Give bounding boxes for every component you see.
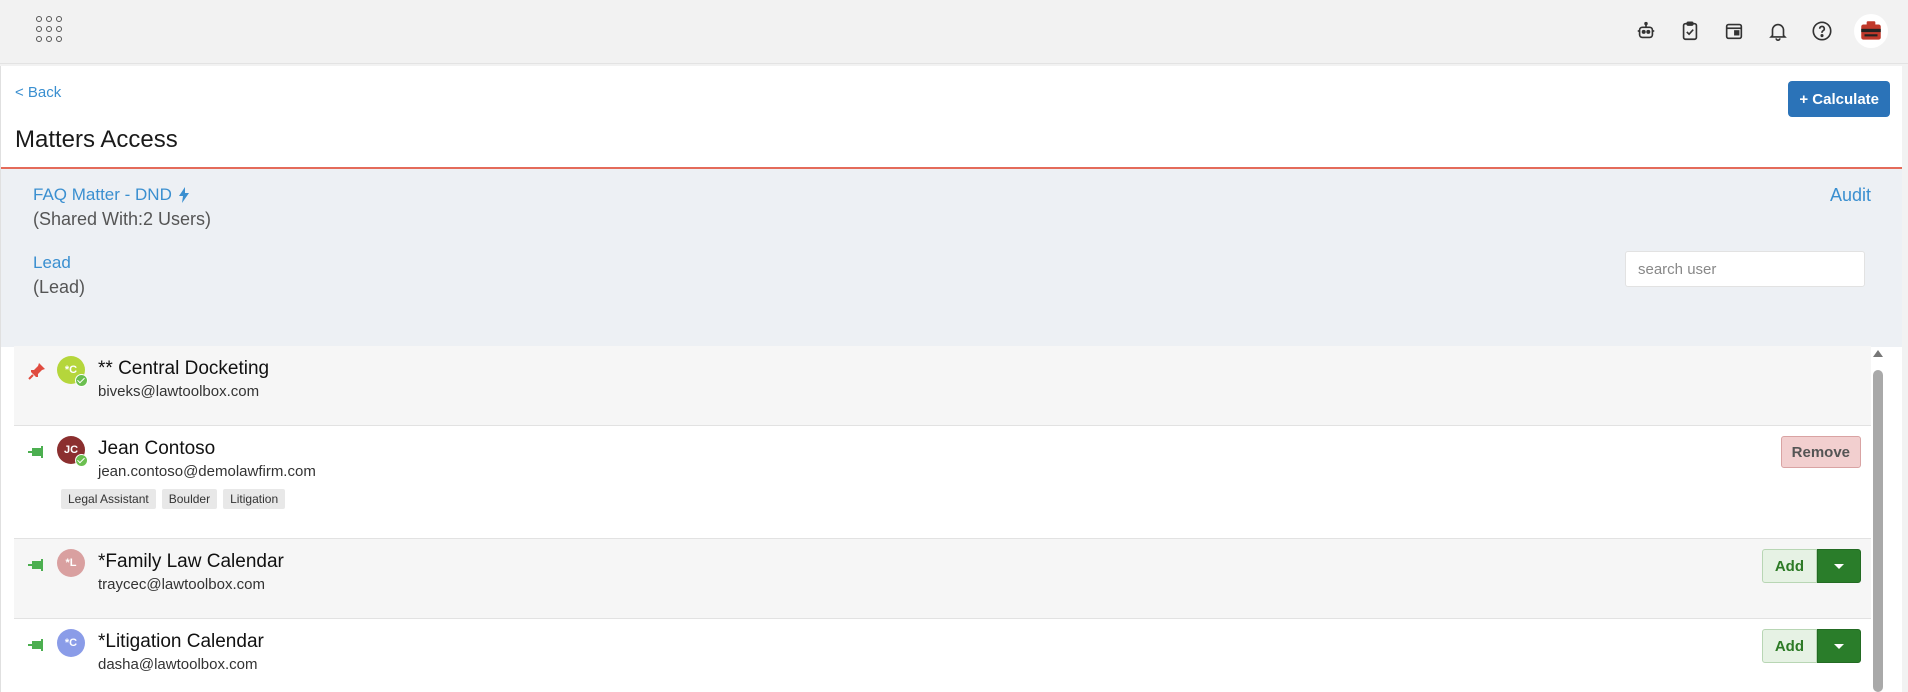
tag: Legal Assistant (61, 489, 156, 509)
user-name: *Litigation Calendar (98, 631, 264, 652)
user-list: *C ** Central Docketing biveks@lawtoolbo… (14, 346, 1871, 692)
chevron-down-icon (1834, 563, 1844, 569)
lead-link[interactable]: Lead (33, 253, 71, 273)
lead-role-text: (Lead) (33, 277, 86, 297)
back-link[interactable]: < Back (15, 84, 61, 101)
avatar: *L (57, 549, 85, 577)
user-row: *L *Family Law Calendar traycec@lawtoolb… (14, 539, 1871, 619)
user-email: dasha@lawtoolbox.com (98, 656, 258, 673)
user-email: biveks@lawtoolbox.com (98, 383, 260, 400)
user-email: traycec@lawtoolbox.com (98, 576, 265, 593)
matter-name[interactable]: FAQ Matter - DND (33, 185, 172, 205)
scroll-thumb[interactable] (1873, 370, 1883, 692)
bell-icon[interactable] (1764, 17, 1792, 45)
avatar: *C (57, 629, 85, 657)
tag: Litigation (223, 489, 286, 509)
verified-badge-icon (75, 454, 88, 467)
avatar: *C (57, 356, 88, 387)
add-dropdown-toggle[interactable] (1817, 629, 1861, 663)
add-button-group: Add (1761, 629, 1861, 663)
matter-info: FAQ Matter - DND (Shared With:2 Users) A… (1, 169, 1903, 347)
help-icon[interactable] (1808, 17, 1836, 45)
pin-icon[interactable] (28, 636, 46, 654)
calendar-icon[interactable] (1720, 17, 1748, 45)
calculate-button[interactable]: + Calculate (1788, 81, 1890, 117)
avatar: JC (57, 436, 88, 467)
user-row: *C ** Central Docketing biveks@lawtoolbo… (14, 346, 1871, 426)
avatar-initials: *C (64, 364, 78, 376)
robot-icon[interactable] (1632, 17, 1660, 45)
avatar-initials: *L (65, 557, 77, 569)
remove-button[interactable]: Remove (1780, 436, 1861, 468)
bolt-icon (178, 187, 189, 203)
list-scrollbar[interactable] (1872, 350, 1884, 692)
user-name: Jean Contoso (98, 438, 216, 459)
pin-icon[interactable] (28, 362, 46, 380)
user-tags: Legal Assistant Boulder Litigation (61, 489, 291, 509)
user-name: ** Central Docketing (98, 358, 270, 379)
user-email: jean.contoso@demolawfirm.com (98, 463, 316, 480)
verified-badge-icon (75, 374, 88, 387)
apps-grid-icon[interactable] (36, 16, 62, 42)
user-row: JC Jean Contoso jean.contoso@demolawfirm… (14, 426, 1871, 539)
clipboard-check-icon[interactable] (1676, 17, 1704, 45)
pin-icon[interactable] (28, 556, 46, 574)
tag: Boulder (161, 489, 218, 509)
add-dropdown-toggle[interactable] (1817, 549, 1861, 583)
user-name: *Family Law Calendar (98, 551, 284, 572)
user-row: *C *Litigation Calendar dasha@lawtoolbox… (14, 619, 1871, 692)
audit-link[interactable]: Audit (1830, 185, 1871, 206)
top-icons (1616, 14, 1888, 48)
add-button[interactable]: Add (1761, 549, 1817, 583)
scroll-up-arrow-icon[interactable] (1873, 350, 1883, 357)
page-scrollbar[interactable] (1902, 66, 1908, 692)
shared-with-text: (Shared With:2 Users) (33, 209, 212, 229)
pin-icon[interactable] (28, 443, 46, 461)
search-user-input[interactable] (1625, 251, 1865, 287)
matter-name-link[interactable]: FAQ Matter - DND (33, 185, 190, 205)
add-button[interactable]: Add (1761, 629, 1817, 663)
avatar-initials: *C (64, 637, 78, 649)
page-title: Matters Access (15, 126, 178, 153)
top-bar (0, 0, 1908, 64)
avatar-initials: JC (63, 444, 79, 456)
user-avatar[interactable] (1854, 14, 1888, 48)
add-button-group: Add (1761, 549, 1861, 583)
chevron-down-icon (1834, 643, 1844, 649)
